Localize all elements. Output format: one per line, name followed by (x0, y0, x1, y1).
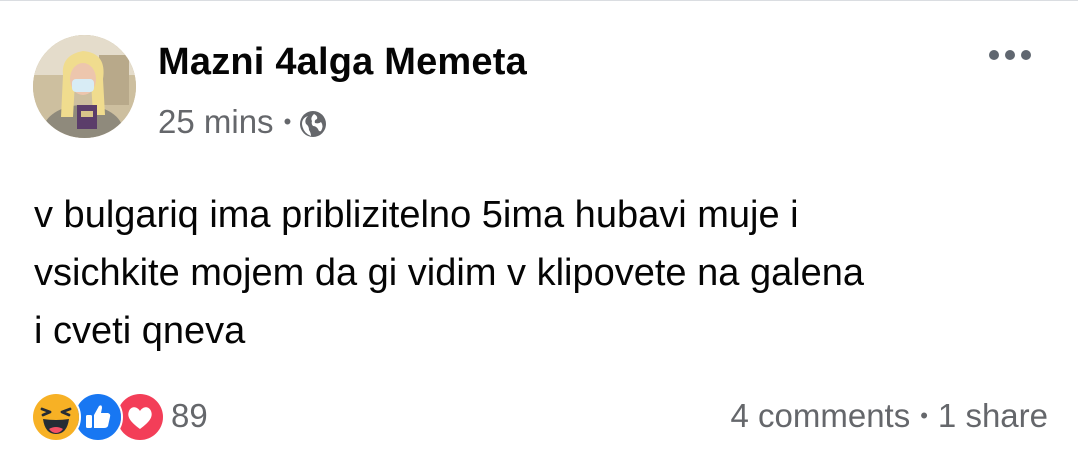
more-options-button[interactable] (980, 35, 1040, 75)
meta-separator: • (283, 109, 292, 134)
shares-count-link[interactable]: 1 share (938, 397, 1048, 435)
author-name[interactable]: Mazni 4alga Memeta (158, 41, 527, 84)
reaction-count: 89 (171, 397, 208, 434)
reaction-icons (31, 392, 165, 442)
more-dots-icon (989, 50, 999, 60)
post-text: v bulgariq ima priblizitelno 5ima hubavi… (34, 194, 865, 352)
avatar-photo (33, 35, 136, 138)
globe-icon[interactable] (299, 108, 327, 137)
author-avatar[interactable] (33, 35, 136, 138)
engagement-stats: 4 comments • 1 share (730, 394, 1048, 438)
comments-count-link[interactable]: 4 comments (730, 397, 910, 435)
engagement-separator: • (920, 403, 928, 428)
post-timestamp[interactable]: 25 mins (158, 103, 274, 141)
reactions-summary[interactable]: 89 (31, 392, 208, 442)
feed-post: Mazni 4alga Memeta 25 mins • v bulgariq … (0, 0, 1078, 471)
haha-reaction-icon (31, 392, 81, 442)
post-meta: 25 mins • (158, 102, 327, 142)
